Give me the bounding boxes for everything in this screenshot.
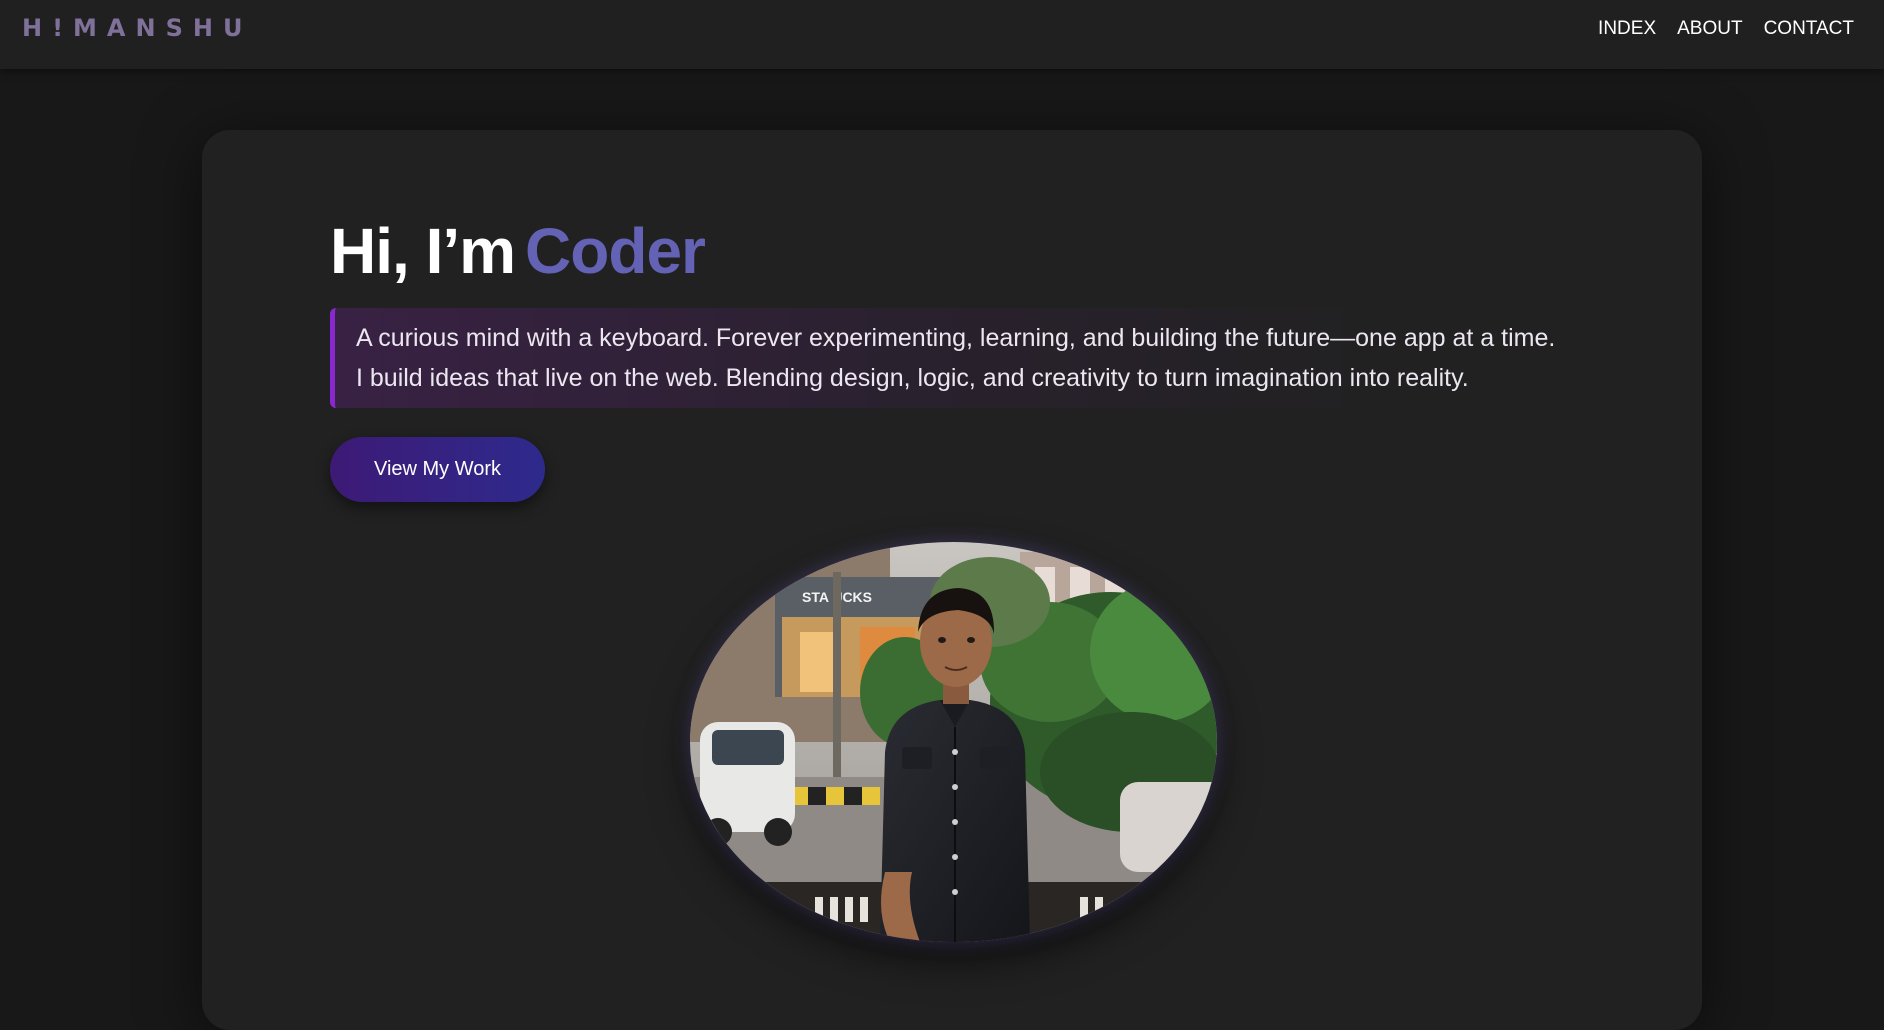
hero-card: Hi, I’m Coder A curious mind with a keybo… xyxy=(202,130,1702,1030)
hero-tagline: A curious mind with a keyboard. Forever … xyxy=(330,308,1555,408)
nav-link-index[interactable]: INDEX xyxy=(1598,18,1656,40)
view-work-button[interactable]: View My Work xyxy=(330,437,545,502)
curb-stripes xyxy=(790,787,880,805)
tagline-line-2: I build ideas that live on the web. Blen… xyxy=(356,364,1469,392)
nav-link-about[interactable]: ABOUT xyxy=(1677,18,1742,40)
car-left xyxy=(700,722,795,846)
nav-link-contact[interactable]: CONTACT xyxy=(1764,18,1854,40)
hero-role: Coder xyxy=(525,215,706,287)
tagline-line-1: A curious mind with a keyboard. Forever … xyxy=(356,324,1556,352)
site-logo[interactable]: H!MANSHU xyxy=(22,14,252,42)
profile-photo-illustration: STA UCKS xyxy=(690,542,1217,942)
hero-greeting: Hi, I’m xyxy=(330,215,516,287)
hero-heading: Hi, I’m Coder xyxy=(330,214,706,288)
nav-links: INDEX ABOUT CONTACT xyxy=(1598,18,1854,40)
profile-photo: STA UCKS xyxy=(690,542,1217,942)
navbar: H!MANSHU INDEX ABOUT CONTACT xyxy=(0,0,1884,69)
